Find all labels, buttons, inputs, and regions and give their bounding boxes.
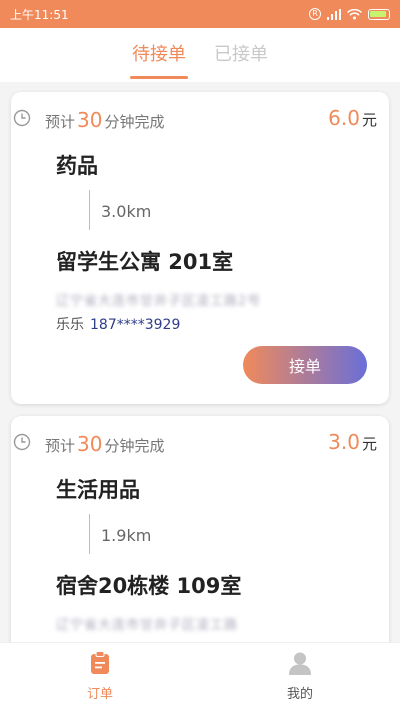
eta-row: 预计 30 分钟完成: [13, 108, 165, 132]
order-address: 辽宁省大连市甘井子区凌工路: [56, 618, 239, 633]
eta-prefix: 预计: [45, 113, 76, 131]
clipboard-icon: [89, 651, 111, 679]
status-bar: 上午11:51 R: [0, 0, 400, 28]
tab-pending-label: 待接单: [132, 44, 186, 65]
eta-suffix: 分钟完成: [104, 113, 165, 131]
price-unit: 元: [361, 111, 377, 129]
battery-icon: [368, 8, 390, 20]
nav-profile[interactable]: 我的: [200, 643, 400, 710]
active-tab-indicator: [130, 76, 188, 79]
nav-profile-label: 我的: [286, 687, 313, 702]
order-item: 药品: [56, 154, 98, 178]
status-icons: R: [309, 8, 390, 20]
distance-divider: [89, 514, 90, 554]
order-price: 6.0 元: [328, 106, 377, 130]
price-value: 6.0: [328, 106, 360, 130]
order-price: 3.0 元: [328, 430, 377, 454]
clock-icon: [13, 433, 31, 455]
eta-suffix: 分钟完成: [104, 437, 165, 455]
order-address: 辽宁省大连市甘井子区凌工路2号: [56, 294, 262, 309]
order-tabs: 待接单 已接单: [0, 28, 400, 82]
order-card[interactable]: 预计 30 分钟完成 6.0 元 药品 3.0km 留学生公寓 201室 辽宁省大…: [11, 92, 389, 404]
order-card[interactable]: 预计 30 分钟完成 3.0 元 生活用品 1.9km 宿舍20栋楼 109室 辽…: [11, 416, 389, 642]
order-contact: 乐乐 187****3929: [56, 314, 180, 334]
distance-divider: [89, 190, 90, 230]
price-unit: 元: [361, 435, 377, 453]
contact-name: 乐乐: [56, 317, 84, 333]
eta-prefix: 预计: [45, 437, 76, 455]
eta-row: 预计 30 分钟完成: [13, 432, 165, 456]
user-icon: [288, 651, 312, 679]
clock-icon: [13, 109, 31, 131]
order-list[interactable]: 预计 30 分钟完成 6.0 元 药品 3.0km 留学生公寓 201室 辽宁省大…: [0, 82, 400, 642]
tab-accepted-label: 已接单: [214, 44, 268, 65]
tab-pending[interactable]: 待接单: [130, 28, 188, 82]
registered-icon: R: [309, 8, 321, 20]
signal-icon: [327, 8, 341, 20]
order-destination: 留学生公寓 201室: [56, 250, 234, 274]
contact-phone[interactable]: 187****3929: [90, 317, 180, 333]
price-value: 3.0: [328, 430, 360, 454]
accept-order-button[interactable]: 接单: [243, 346, 367, 384]
nav-orders[interactable]: 订单: [0, 643, 200, 710]
wifi-icon: [347, 8, 362, 20]
tab-accepted[interactable]: 已接单: [212, 28, 270, 82]
eta-minutes: 30: [77, 432, 103, 456]
order-destination: 宿舍20栋楼 109室: [56, 574, 242, 598]
order-item: 生活用品: [56, 478, 140, 502]
status-time: 上午11:51: [10, 7, 69, 22]
eta-minutes: 30: [77, 108, 103, 132]
order-distance: 3.0km: [101, 202, 152, 221]
bottom-nav: 订单 我的: [0, 642, 400, 710]
nav-orders-label: 订单: [86, 687, 113, 702]
order-distance: 1.9km: [101, 526, 152, 545]
